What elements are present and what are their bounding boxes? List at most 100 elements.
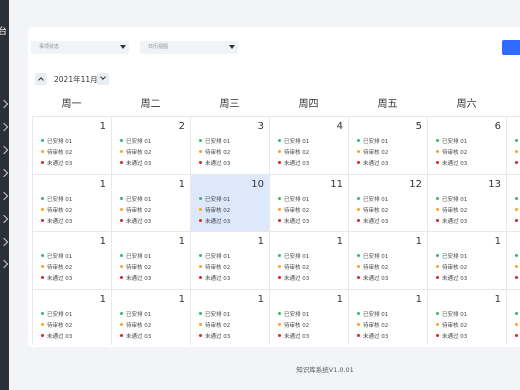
event-item[interactable]: 未通过 03 — [278, 159, 309, 167]
calendar-day-cell[interactable]: 11 已安排 01 待审核 02 未通过 03 — [270, 174, 349, 232]
calendar-day-cell[interactable]: 已安排 01 待审核 02 未通过 03 — [507, 174, 520, 232]
event-item[interactable]: 未通过 03 — [436, 159, 467, 167]
event-item[interactable]: 未通过 03 — [357, 332, 388, 340]
event-item[interactable]: 未通过 03 — [41, 332, 72, 340]
event-item[interactable]: 待审核 02 — [41, 263, 72, 271]
event-item[interactable]: 待审核 02 — [41, 321, 72, 329]
view-select[interactable]: 日历视图 — [140, 41, 238, 54]
calendar-day-cell[interactable]: 1 已安排 01 待审核 02 未通过 03 — [428, 289, 507, 345]
calendar-day-cell[interactable]: 已安排 01 待审核 02 未通过 03 — [507, 232, 520, 290]
event-item[interactable]: 已安排 01 — [515, 310, 520, 318]
event-item[interactable]: 未通过 03 — [199, 274, 230, 282]
event-item[interactable]: 已安排 01 — [120, 137, 151, 145]
event-item[interactable]: 已安排 01 — [41, 310, 72, 318]
calendar-day-cell[interactable]: 4 已安排 01 待审核 02 未通过 03 — [270, 117, 349, 175]
event-item[interactable]: 已安排 01 — [120, 252, 151, 260]
primary-action-button[interactable] — [502, 40, 520, 55]
event-item[interactable]: 待审核 02 — [41, 148, 72, 156]
event-item[interactable]: 未通过 03 — [120, 217, 151, 225]
event-item[interactable]: 已安排 01 — [278, 252, 309, 260]
calendar-day-cell[interactable]: 1 已安排 01 待审核 02 未通过 03 — [33, 174, 112, 232]
event-item[interactable]: 待审核 02 — [357, 263, 388, 271]
calendar-day-cell[interactable]: 2 已安排 01 待审核 02 未通过 03 — [112, 117, 191, 175]
event-item[interactable]: 已安排 01 — [120, 310, 151, 318]
event-item[interactable]: 已安排 01 — [357, 195, 388, 203]
event-item[interactable]: 待审核 02 — [278, 263, 309, 271]
event-item[interactable]: 未通过 03 — [357, 274, 388, 282]
event-item[interactable]: 待审核 02 — [120, 148, 151, 156]
sidebar-chevron-icon[interactable] — [0, 191, 9, 201]
month-picker-button[interactable] — [97, 73, 109, 85]
calendar-day-cell[interactable]: 1 已安排 01 待审核 02 未通过 03 — [112, 289, 191, 345]
event-item[interactable]: 待审核 02 — [199, 263, 230, 271]
calendar-day-cell[interactable]: 1 已安排 01 待审核 02 未通过 03 — [349, 232, 428, 290]
event-item[interactable]: 待审核 02 — [436, 148, 467, 156]
event-item[interactable]: 未通过 03 — [41, 217, 72, 225]
event-item[interactable]: 已安排 01 — [436, 310, 467, 318]
sidebar-chevron-icon[interactable] — [0, 145, 9, 155]
sidebar-chevron-icon[interactable] — [0, 237, 9, 247]
event-item[interactable]: 已安排 01 — [199, 310, 230, 318]
event-item[interactable]: 未通过 03 — [41, 274, 72, 282]
event-item[interactable]: 待审核 02 — [278, 206, 309, 214]
event-item[interactable]: 未通过 03 — [515, 217, 520, 225]
event-item[interactable]: 待审核 02 — [515, 321, 520, 329]
event-item[interactable]: 待审核 02 — [357, 321, 388, 329]
event-item[interactable]: 待审核 02 — [357, 148, 388, 156]
event-item[interactable]: 已安排 01 — [278, 310, 309, 318]
calendar-day-cell[interactable]: 6 已安排 01 待审核 02 未通过 03 — [428, 117, 507, 175]
event-item[interactable]: 待审核 02 — [278, 148, 309, 156]
event-item[interactable]: 已安排 01 — [41, 137, 72, 145]
event-item[interactable]: 已安排 01 — [515, 252, 520, 260]
calendar-day-cell[interactable]: 已安排 01 待审核 02 未通过 03 — [507, 117, 520, 175]
event-item[interactable]: 未通过 03 — [436, 274, 467, 282]
sidebar-chevron-icon[interactable] — [0, 259, 9, 269]
event-item[interactable]: 待审核 02 — [199, 206, 230, 214]
event-item[interactable]: 已安排 01 — [357, 310, 388, 318]
event-item[interactable]: 已安排 01 — [199, 252, 230, 260]
event-item[interactable]: 待审核 02 — [278, 321, 309, 329]
event-item[interactable]: 未通过 03 — [436, 217, 467, 225]
status-select[interactable]: 事项状态 — [31, 41, 129, 54]
calendar-day-cell[interactable]: 1 已安排 01 待审核 02 未通过 03 — [349, 289, 428, 345]
event-item[interactable]: 待审核 02 — [120, 263, 151, 271]
event-item[interactable]: 已安排 01 — [120, 195, 151, 203]
calendar-day-cell[interactable]: 1 已安排 01 待审核 02 未通过 03 — [428, 232, 507, 290]
sidebar-chevron-icon[interactable] — [0, 99, 9, 109]
event-item[interactable]: 未通过 03 — [436, 332, 467, 340]
event-item[interactable]: 已安排 01 — [278, 195, 309, 203]
event-item[interactable]: 待审核 02 — [515, 148, 520, 156]
calendar-day-cell[interactable]: 1 已安排 01 待审核 02 未通过 03 — [33, 232, 112, 290]
calendar-day-cell[interactable]: 3 已安排 01 待审核 02 未通过 03 — [191, 117, 270, 175]
calendar-day-cell[interactable]: 1 已安排 01 待审核 02 未通过 03 — [191, 289, 270, 345]
event-item[interactable]: 未通过 03 — [120, 274, 151, 282]
event-item[interactable]: 待审核 02 — [120, 321, 151, 329]
calendar-day-cell[interactable]: 10 已安排 01 待审核 02 未通过 03 — [191, 174, 270, 232]
event-item[interactable]: 未通过 03 — [120, 332, 151, 340]
event-item[interactable]: 已安排 01 — [199, 195, 230, 203]
event-item[interactable]: 已安排 01 — [41, 195, 72, 203]
event-item[interactable]: 待审核 02 — [199, 321, 230, 329]
event-item[interactable]: 未通过 03 — [515, 159, 520, 167]
sidebar-chevron-icon[interactable] — [0, 214, 9, 224]
calendar-day-cell[interactable]: 1 已安排 01 待审核 02 未通过 03 — [112, 174, 191, 232]
event-item[interactable]: 未通过 03 — [199, 217, 230, 225]
event-item[interactable]: 待审核 02 — [515, 263, 520, 271]
event-item[interactable]: 未通过 03 — [515, 332, 520, 340]
calendar-day-cell[interactable]: 1 已安排 01 待审核 02 未通过 03 — [270, 232, 349, 290]
event-item[interactable]: 未通过 03 — [357, 217, 388, 225]
event-item[interactable]: 已安排 01 — [199, 137, 230, 145]
event-item[interactable]: 未通过 03 — [120, 159, 151, 167]
event-item[interactable]: 已安排 01 — [436, 195, 467, 203]
event-item[interactable]: 已安排 01 — [278, 137, 309, 145]
sidebar-chevron-icon[interactable] — [0, 168, 9, 178]
calendar-day-cell[interactable]: 12 已安排 01 待审核 02 未通过 03 — [349, 174, 428, 232]
event-item[interactable]: 已安排 01 — [515, 137, 520, 145]
calendar-day-cell[interactable]: 13 已安排 01 待审核 02 未通过 03 — [428, 174, 507, 232]
calendar-day-cell[interactable]: 1 已安排 01 待审核 02 未通过 03 — [33, 289, 112, 345]
event-item[interactable]: 未通过 03 — [515, 274, 520, 282]
calendar-day-cell[interactable]: 1 已安排 01 待审核 02 未通过 03 — [112, 232, 191, 290]
event-item[interactable]: 待审核 02 — [41, 206, 72, 214]
event-item[interactable]: 已安排 01 — [436, 252, 467, 260]
event-item[interactable]: 待审核 02 — [515, 206, 520, 214]
